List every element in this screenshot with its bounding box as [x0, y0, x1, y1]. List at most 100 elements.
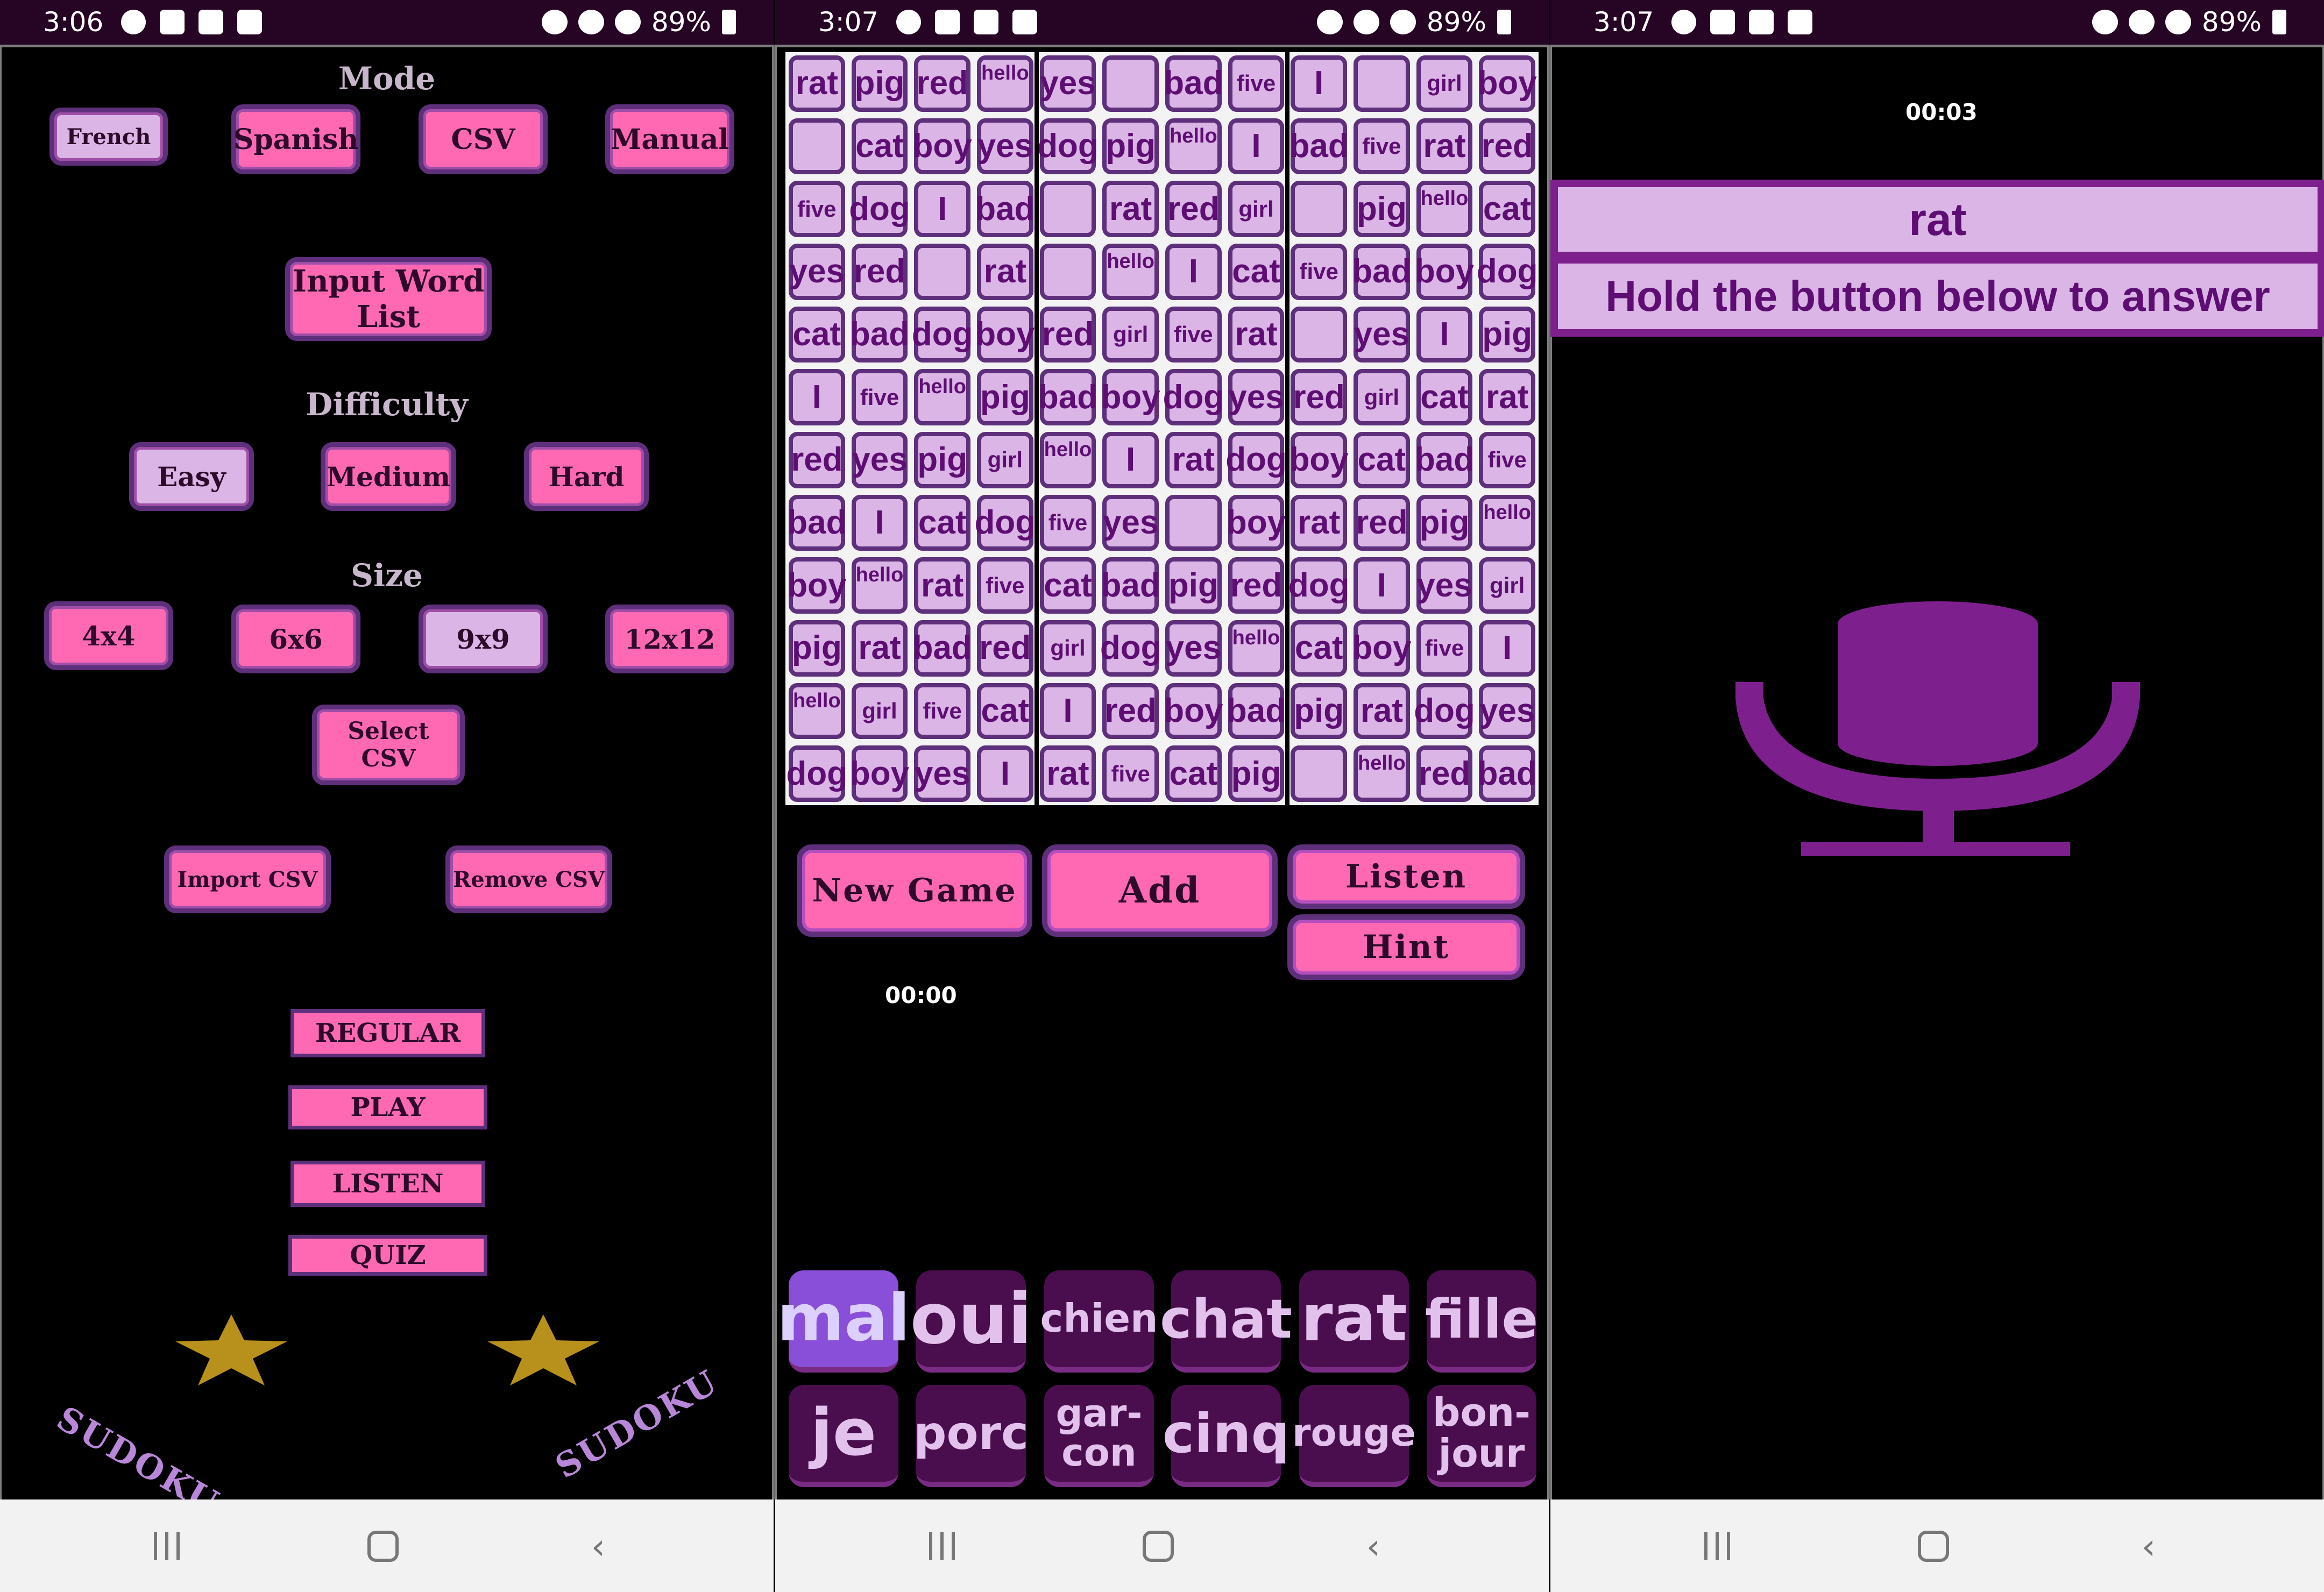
size-12x12-button[interactable]: 12x12 — [605, 605, 734, 673]
grid-cell[interactable]: red — [974, 617, 1037, 680]
grid-cell[interactable]: I — [1476, 617, 1539, 680]
add-button[interactable]: Add — [1042, 844, 1278, 937]
word-bank-tile[interactable]: chat — [1160, 1270, 1292, 1373]
grid-cell[interactable]: bad — [785, 492, 848, 555]
grid-cell[interactable]: yes — [785, 240, 848, 303]
grid-cell[interactable]: girl — [1099, 303, 1162, 366]
grid-cell[interactable]: I — [785, 366, 848, 429]
grid-cell[interactable]: I — [1350, 554, 1413, 617]
grid-cell[interactable]: hello — [911, 366, 974, 429]
select-csv-button[interactable]: Select CSV — [312, 705, 465, 785]
grid-cell[interactable]: rat — [1350, 680, 1413, 743]
home-button[interactable] — [1912, 1525, 1955, 1568]
grid-cell[interactable]: dog — [1225, 429, 1288, 492]
grid-cell[interactable]: I — [1413, 303, 1476, 366]
grid-cell[interactable]: bad — [1099, 554, 1162, 617]
import-csv-button[interactable]: Import CSV — [164, 845, 331, 913]
grid-cell[interactable] — [1037, 177, 1100, 240]
grid-cell[interactable]: girl — [1225, 177, 1288, 240]
grid-cell[interactable]: rat — [785, 52, 848, 115]
grid-cell[interactable]: cat — [1413, 366, 1476, 429]
grid-cell[interactable]: five — [785, 177, 848, 240]
grid-cell[interactable]: I — [1099, 429, 1162, 492]
grid-cell[interactable]: cat — [911, 492, 974, 555]
grid-cell[interactable]: dog — [974, 492, 1037, 555]
grid-cell[interactable]: rat — [1162, 429, 1225, 492]
grid-cell[interactable]: girl — [1476, 554, 1539, 617]
grid-cell[interactable]: bad — [1037, 366, 1100, 429]
grid-cell[interactable]: cat — [1162, 742, 1225, 805]
grid-cell[interactable]: cat — [1225, 240, 1288, 303]
grid-cell[interactable]: rat — [911, 554, 974, 617]
grid-cell[interactable] — [785, 115, 848, 178]
grid-cell[interactable] — [1037, 240, 1100, 303]
grid-cell[interactable]: pig — [1225, 742, 1288, 805]
grid-cell[interactable]: rat — [1037, 742, 1100, 805]
back-button[interactable]: ‹ — [2127, 1525, 2170, 1568]
size-6x6-button[interactable]: 6x6 — [231, 605, 360, 673]
grid-cell[interactable]: I — [1225, 115, 1288, 178]
grid-cell[interactable]: I — [1037, 680, 1100, 743]
quiz-button[interactable]: QUIZ — [288, 1235, 487, 1276]
grid-cell[interactable]: yes — [974, 115, 1037, 178]
grid-cell[interactable]: boy — [1162, 680, 1225, 743]
grid-cell[interactable]: boy — [974, 303, 1037, 366]
grid-cell[interactable]: I — [848, 492, 911, 555]
grid-cell[interactable]: dog — [1413, 680, 1476, 743]
grid-cell[interactable]: boy — [785, 554, 848, 617]
grid-cell[interactable]: red — [848, 240, 911, 303]
grid-cell[interactable]: rat — [1099, 177, 1162, 240]
grid-cell[interactable]: yes — [1413, 554, 1476, 617]
difficulty-hard-button[interactable]: Hard — [524, 442, 649, 511]
input-word-list-button[interactable]: Input Word List — [285, 257, 492, 341]
grid-cell[interactable]: hello — [848, 554, 911, 617]
new-game-button[interactable]: New Game — [797, 844, 1032, 937]
grid-cell[interactable]: five — [1350, 115, 1413, 178]
grid-cell[interactable]: bad — [1350, 240, 1413, 303]
size-9x9-button[interactable]: 9x9 — [419, 605, 548, 673]
grid-cell[interactable]: I — [1162, 240, 1225, 303]
word-bank-tile[interactable]: cinq — [1163, 1385, 1289, 1487]
grid-cell[interactable]: hello — [1350, 742, 1413, 805]
grid-cell[interactable]: pig — [1287, 680, 1350, 743]
grid-cell[interactable] — [1287, 742, 1350, 805]
grid-cell[interactable]: rat — [974, 240, 1037, 303]
grid-cell[interactable]: red — [1350, 492, 1413, 555]
recents-button[interactable] — [145, 1525, 188, 1568]
play-button[interactable]: PLAY — [288, 1085, 487, 1129]
grid-cell[interactable]: five — [1037, 492, 1100, 555]
grid-cell[interactable]: five — [974, 554, 1037, 617]
grid-cell[interactable] — [1287, 177, 1350, 240]
microphone-icon[interactable] — [1733, 601, 2142, 859]
grid-cell[interactable]: yes — [1099, 492, 1162, 555]
back-button[interactable]: ‹ — [1352, 1525, 1395, 1568]
grid-cell[interactable] — [1287, 303, 1350, 366]
mode-french-button[interactable]: French — [49, 108, 168, 166]
grid-cell[interactable]: cat — [1476, 177, 1539, 240]
grid-cell[interactable]: red — [1413, 742, 1476, 805]
grid-cell[interactable]: hello — [974, 52, 1037, 115]
grid-cell[interactable]: boy — [1350, 617, 1413, 680]
recents-button[interactable] — [920, 1525, 963, 1568]
word-bank-tile[interactable]: gar-con — [1044, 1385, 1154, 1487]
grid-cell[interactable]: rat — [848, 617, 911, 680]
grid-cell[interactable]: pig — [1413, 492, 1476, 555]
grid-cell[interactable]: hello — [1099, 240, 1162, 303]
grid-cell[interactable]: hello — [1476, 492, 1539, 555]
grid-cell[interactable]: dog — [1037, 115, 1100, 178]
grid-cell[interactable]: cat — [974, 680, 1037, 743]
listen-button[interactable]: LISTEN — [290, 1161, 485, 1207]
grid-cell[interactable]: bad — [974, 177, 1037, 240]
remove-csv-button[interactable]: Remove CSV — [445, 845, 612, 913]
grid-cell[interactable]: dog — [785, 742, 848, 805]
grid-cell[interactable]: dog — [1162, 366, 1225, 429]
grid-cell[interactable]: cat — [848, 115, 911, 178]
word-bank-tile[interactable]: bon-jour — [1427, 1385, 1536, 1487]
word-bank-tile[interactable]: oui — [910, 1270, 1032, 1373]
grid-cell[interactable]: bad — [1476, 742, 1539, 805]
grid-cell[interactable]: boy — [1099, 366, 1162, 429]
grid-cell[interactable]: dog — [1099, 617, 1162, 680]
grid-cell[interactable]: hello — [1413, 177, 1476, 240]
regular-button[interactable]: REGULAR — [290, 1009, 485, 1057]
grid-cell[interactable]: pig — [1099, 115, 1162, 178]
